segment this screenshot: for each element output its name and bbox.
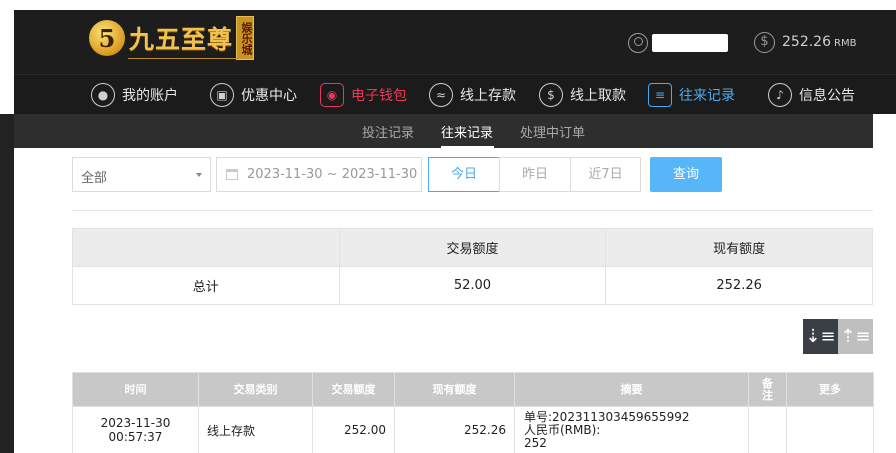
logo-text: 九五至尊	[129, 25, 234, 54]
records-icon: ≡	[648, 83, 672, 107]
range-7days-button[interactable]: 近7日	[570, 157, 641, 192]
nav-records[interactable]: ≡ 往来记录	[648, 82, 735, 108]
range-today-button[interactable]: 今日	[428, 157, 500, 192]
col-more: 更多	[786, 372, 874, 407]
nav-label: 线上存款	[460, 88, 516, 104]
row-amount: 252.00	[312, 406, 395, 453]
sort-ascending-icon[interactable]: ⇡≡	[838, 319, 873, 354]
summary-table: 交易额度 现有额度 总计 52.00 252.26	[72, 228, 873, 305]
nav-label: 信息公告	[799, 88, 855, 104]
nav-promotions[interactable]: ▣ 优惠中心	[210, 82, 297, 108]
row-more[interactable]	[786, 406, 874, 453]
logo-badge: 娱乐城	[236, 16, 255, 60]
nav-withdraw[interactable]: $ 线上取款	[539, 82, 626, 108]
balance-unit: RMB	[834, 38, 857, 49]
row-summary-currency: 人民币(RMB):	[524, 422, 601, 437]
user-icon: ●	[91, 83, 115, 107]
nav-label: 优惠中心	[241, 88, 297, 104]
divider	[72, 210, 873, 211]
col-balance: 现有额度	[394, 372, 515, 407]
sort-descending-icon[interactable]: ⇣≡	[803, 319, 838, 354]
wallet-icon: ◉	[320, 83, 344, 107]
active-tab-indicator	[441, 146, 494, 148]
coin-icon: $	[754, 32, 775, 53]
records-header-row: 时间 交易类别 交易额度 现有额度 摘要 备注 更多	[72, 372, 874, 407]
nav-label: 我的账户	[122, 88, 178, 104]
logo-flourish	[128, 58, 238, 64]
nav-my-account[interactable]: ● 我的账户	[91, 82, 178, 108]
summary-row: 总计 52.00 252.26	[72, 266, 873, 305]
withdraw-icon: $	[539, 83, 563, 107]
user-icon[interactable]	[628, 33, 648, 53]
col-amount: 交易额度	[312, 372, 395, 407]
balance-display: 252.26 RMB	[782, 34, 856, 50]
nav-announcements[interactable]: ♪ 信息公告	[768, 82, 855, 108]
chevron-down-icon	[196, 173, 202, 177]
summary-header-blank	[72, 228, 340, 267]
tab-bet-records[interactable]: 投注记录	[362, 122, 414, 141]
row-remark	[748, 406, 787, 453]
date-range-input[interactable]: 2023-11-30 ~ 2023-11-30	[216, 157, 422, 192]
nav-label: 往来记录	[679, 88, 735, 104]
gift-icon: ▣	[210, 83, 234, 107]
summary-header-balance: 现有额度	[605, 228, 873, 267]
query-button[interactable]: 查询	[650, 157, 722, 192]
bell-icon: ♪	[768, 83, 792, 107]
calendar-icon	[226, 169, 238, 180]
row-type: 线上存款	[198, 406, 313, 453]
col-time: 时间	[72, 372, 199, 407]
tab-transaction-records[interactable]: 往来记录	[441, 122, 493, 141]
logo-mark-icon: 5	[89, 20, 125, 56]
nav-label: 线上取款	[570, 88, 626, 104]
nav-label: 电子钱包	[351, 88, 407, 104]
col-remark: 备注	[748, 372, 787, 407]
username-redacted	[652, 34, 728, 52]
site-logo[interactable]: 5 九五至尊 娱乐城	[89, 16, 255, 60]
summary-total-amount: 52.00	[338, 266, 607, 305]
summary-total-label: 总计	[72, 266, 340, 305]
summary-total-balance: 252.26	[605, 266, 873, 305]
summary-header-amount: 交易额度	[338, 228, 607, 267]
nav-deposit[interactable]: ≈ 线上存款	[429, 82, 516, 108]
row-summary: 单号:202311303459655992 人民币(RMB): 252	[514, 406, 749, 453]
records-table: 时间 交易类别 交易额度 现有额度 摘要 备注 更多 2023-11-30 00…	[72, 372, 874, 453]
row-balance: 252.26	[394, 406, 515, 453]
col-type: 交易类别	[198, 372, 313, 407]
type-select[interactable]: 全部	[72, 157, 211, 192]
date-range-value: 2023-11-30 ~ 2023-11-30	[247, 167, 418, 182]
top-frame	[0, 0, 896, 10]
summary-header-row: 交易额度 现有额度	[72, 228, 873, 267]
tab-pending-orders[interactable]: 处理中订单	[520, 122, 585, 141]
type-select-value: 全部	[81, 171, 108, 186]
left-frame	[0, 114, 14, 453]
balance-value: 252.26	[782, 34, 831, 50]
range-yesterday-button[interactable]: 昨日	[499, 157, 571, 192]
col-summary: 摘要	[514, 372, 749, 407]
row-summary-order-no: 单号:202311303459655992	[524, 409, 690, 424]
nav-e-wallet[interactable]: ◉ 电子钱包	[320, 82, 407, 108]
table-row: 2023-11-30 00:57:37 线上存款 252.00 252.26 单…	[72, 406, 874, 453]
row-summary-value: 252	[524, 435, 547, 450]
row-time: 2023-11-30 00:57:37	[72, 406, 199, 453]
deposit-icon: ≈	[429, 83, 453, 107]
